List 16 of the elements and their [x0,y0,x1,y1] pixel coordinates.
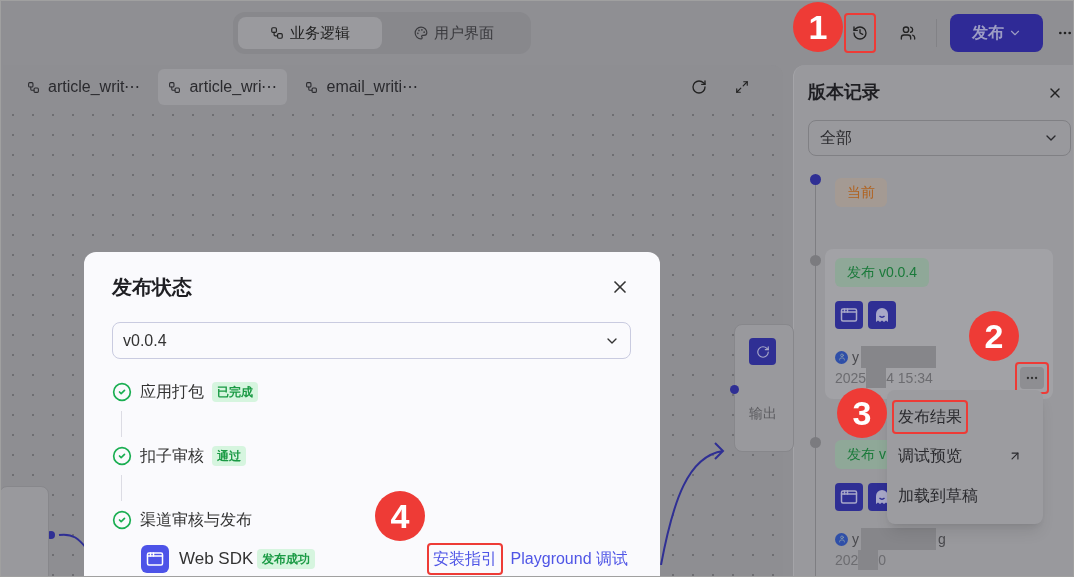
panel-title: 版本记录 [808,81,880,104]
node-label: 输出 [749,404,778,423]
step-label: 渠道审核与发布 [140,510,252,530]
step-label: 应用打包 [140,382,204,402]
release-badge: 发布 v0.0.4 [835,258,930,287]
current-badge: 当前 [835,178,887,207]
author-name: y [852,529,859,549]
channel-name: Web SDK [179,548,254,571]
status-badge: 通过 [212,446,246,466]
step-number: 1 [793,2,843,52]
dialog-title: 发布状态 [112,275,192,300]
author-name: y [852,347,859,367]
step-label: 扣子审核 [140,446,204,466]
status-badge: 已完成 [212,382,258,402]
author-name: g [938,529,946,549]
status-badge: 发布成功 [257,549,316,569]
